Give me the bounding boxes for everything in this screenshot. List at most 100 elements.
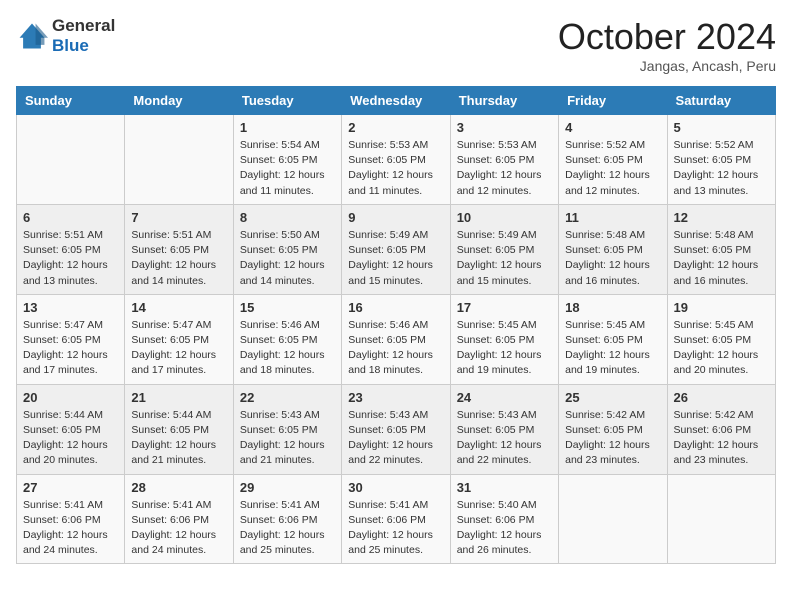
calendar-cell: 31 Sunrise: 5:40 AM Sunset: 6:06 PM Dayli…	[450, 474, 558, 564]
day-number: 2	[348, 120, 443, 135]
day-detail: Sunrise: 5:53 AM Sunset: 6:05 PM Dayligh…	[348, 138, 443, 199]
day-number: 17	[457, 300, 552, 315]
day-detail: Sunrise: 5:49 AM Sunset: 6:05 PM Dayligh…	[348, 228, 443, 289]
calendar-cell: 26 Sunrise: 5:42 AM Sunset: 6:06 PM Dayli…	[667, 384, 775, 474]
page-header: General Blue October 2024 Jangas, Ancash…	[16, 16, 776, 74]
day-detail: Sunrise: 5:43 AM Sunset: 6:05 PM Dayligh…	[240, 408, 335, 469]
day-detail: Sunrise: 5:45 AM Sunset: 6:05 PM Dayligh…	[674, 318, 769, 379]
calendar-table: SundayMondayTuesdayWednesdayThursdayFrid…	[16, 86, 776, 564]
calendar-cell	[125, 115, 233, 205]
calendar-cell: 29 Sunrise: 5:41 AM Sunset: 6:06 PM Dayli…	[233, 474, 341, 564]
day-number: 8	[240, 210, 335, 225]
weekday-header-friday: Friday	[559, 87, 667, 115]
logo: General Blue	[16, 16, 115, 55]
calendar-cell: 4Sunrise: 5:52 AM Sunset: 6:05 PM Daylig…	[559, 115, 667, 205]
day-number: 29	[240, 480, 335, 495]
day-detail: Sunrise: 5:41 AM Sunset: 6:06 PM Dayligh…	[131, 498, 226, 559]
week-row-3: 13Sunrise: 5:47 AM Sunset: 6:05 PM Dayli…	[17, 294, 776, 384]
week-row-1: 1 Sunrise: 5:54 AM Sunset: 6:05 PM Daylig…	[17, 115, 776, 205]
day-number: 16	[348, 300, 443, 315]
day-number: 14	[131, 300, 226, 315]
day-detail: Sunrise: 5:51 AM Sunset: 6:05 PM Dayligh…	[23, 228, 118, 289]
calendar-cell: 5Sunrise: 5:52 AM Sunset: 6:05 PM Daylig…	[667, 115, 775, 205]
day-detail: Sunrise: 5:43 AM Sunset: 6:05 PM Dayligh…	[348, 408, 443, 469]
weekday-header-tuesday: Tuesday	[233, 87, 341, 115]
location: Jangas, Ancash, Peru	[558, 58, 776, 74]
day-detail: Sunrise: 5:45 AM Sunset: 6:05 PM Dayligh…	[565, 318, 660, 379]
day-number: 24	[457, 390, 552, 405]
calendar-cell: 17 Sunrise: 5:45 AM Sunset: 6:05 PM Dayli…	[450, 294, 558, 384]
day-detail: Sunrise: 5:41 AM Sunset: 6:06 PM Dayligh…	[240, 498, 335, 559]
day-number: 6	[23, 210, 118, 225]
day-detail: Sunrise: 5:41 AM Sunset: 6:06 PM Dayligh…	[23, 498, 118, 559]
day-detail: Sunrise: 5:41 AM Sunset: 6:06 PM Dayligh…	[348, 498, 443, 559]
calendar-cell: 27Sunrise: 5:41 AM Sunset: 6:06 PM Dayli…	[17, 474, 125, 564]
day-number: 28	[131, 480, 226, 495]
day-number: 1	[240, 120, 335, 135]
calendar-cell: 10 Sunrise: 5:49 AM Sunset: 6:05 PM Dayli…	[450, 204, 558, 294]
day-number: 18	[565, 300, 660, 315]
calendar-cell	[559, 474, 667, 564]
day-detail: Sunrise: 5:46 AM Sunset: 6:05 PM Dayligh…	[348, 318, 443, 379]
calendar-cell: 28 Sunrise: 5:41 AM Sunset: 6:06 PM Dayli…	[125, 474, 233, 564]
weekday-header-row: SundayMondayTuesdayWednesdayThursdayFrid…	[17, 87, 776, 115]
day-number: 4	[565, 120, 660, 135]
day-number: 19	[674, 300, 769, 315]
day-number: 12	[674, 210, 769, 225]
day-number: 26	[674, 390, 769, 405]
calendar-cell: 12 Sunrise: 5:48 AM Sunset: 6:05 PM Dayli…	[667, 204, 775, 294]
day-detail: Sunrise: 5:48 AM Sunset: 6:05 PM Dayligh…	[674, 228, 769, 289]
title-block: October 2024 Jangas, Ancash, Peru	[558, 16, 776, 74]
day-detail: Sunrise: 5:40 AM Sunset: 6:06 PM Dayligh…	[457, 498, 552, 559]
calendar-cell: 13Sunrise: 5:47 AM Sunset: 6:05 PM Dayli…	[17, 294, 125, 384]
day-detail: Sunrise: 5:43 AM Sunset: 6:05 PM Dayligh…	[457, 408, 552, 469]
day-detail: Sunrise: 5:53 AM Sunset: 6:05 PM Dayligh…	[457, 138, 552, 199]
day-number: 20	[23, 390, 118, 405]
calendar-cell: 20 Sunrise: 5:44 AM Sunset: 6:05 PM Dayli…	[17, 384, 125, 474]
calendar-cell: 18 Sunrise: 5:45 AM Sunset: 6:05 PM Dayli…	[559, 294, 667, 384]
day-number: 3	[457, 120, 552, 135]
day-number: 30	[348, 480, 443, 495]
day-number: 22	[240, 390, 335, 405]
day-detail: Sunrise: 5:51 AM Sunset: 6:05 PM Dayligh…	[131, 228, 226, 289]
day-number: 10	[457, 210, 552, 225]
calendar-cell: 25Sunrise: 5:42 AM Sunset: 6:05 PM Dayli…	[559, 384, 667, 474]
day-number: 5	[674, 120, 769, 135]
week-row-5: 27Sunrise: 5:41 AM Sunset: 6:06 PM Dayli…	[17, 474, 776, 564]
day-detail: Sunrise: 5:44 AM Sunset: 6:05 PM Dayligh…	[23, 408, 118, 469]
logo-icon	[16, 20, 48, 52]
day-number: 11	[565, 210, 660, 225]
weekday-header-thursday: Thursday	[450, 87, 558, 115]
logo-general-text: General	[52, 16, 115, 35]
day-detail: Sunrise: 5:45 AM Sunset: 6:05 PM Dayligh…	[457, 318, 552, 379]
calendar-cell	[667, 474, 775, 564]
day-detail: Sunrise: 5:49 AM Sunset: 6:05 PM Dayligh…	[457, 228, 552, 289]
day-number: 21	[131, 390, 226, 405]
day-detail: Sunrise: 5:48 AM Sunset: 6:05 PM Dayligh…	[565, 228, 660, 289]
day-detail: Sunrise: 5:44 AM Sunset: 6:05 PM Dayligh…	[131, 408, 226, 469]
day-detail: Sunrise: 5:46 AM Sunset: 6:05 PM Dayligh…	[240, 318, 335, 379]
calendar-cell: 16 Sunrise: 5:46 AM Sunset: 6:05 PM Dayli…	[342, 294, 450, 384]
calendar-cell: 9Sunrise: 5:49 AM Sunset: 6:05 PM Daylig…	[342, 204, 450, 294]
calendar-cell: 23Sunrise: 5:43 AM Sunset: 6:05 PM Dayli…	[342, 384, 450, 474]
calendar-cell: 8Sunrise: 5:50 AM Sunset: 6:05 PM Daylig…	[233, 204, 341, 294]
calendar-cell: 30 Sunrise: 5:41 AM Sunset: 6:06 PM Dayli…	[342, 474, 450, 564]
day-number: 15	[240, 300, 335, 315]
calendar-cell: 14 Sunrise: 5:47 AM Sunset: 6:05 PM Dayli…	[125, 294, 233, 384]
logo-text: General Blue	[52, 16, 115, 55]
day-detail: Sunrise: 5:47 AM Sunset: 6:05 PM Dayligh…	[23, 318, 118, 379]
day-number: 31	[457, 480, 552, 495]
calendar-cell: 22 Sunrise: 5:43 AM Sunset: 6:05 PM Dayli…	[233, 384, 341, 474]
calendar-cell	[17, 115, 125, 205]
day-detail: Sunrise: 5:42 AM Sunset: 6:05 PM Dayligh…	[565, 408, 660, 469]
calendar-cell: 21 Sunrise: 5:44 AM Sunset: 6:05 PM Dayli…	[125, 384, 233, 474]
day-detail: Sunrise: 5:42 AM Sunset: 6:06 PM Dayligh…	[674, 408, 769, 469]
weekday-header-monday: Monday	[125, 87, 233, 115]
day-detail: Sunrise: 5:54 AM Sunset: 6:05 PM Dayligh…	[240, 138, 335, 199]
day-detail: Sunrise: 5:47 AM Sunset: 6:05 PM Dayligh…	[131, 318, 226, 379]
weekday-header-saturday: Saturday	[667, 87, 775, 115]
day-number: 7	[131, 210, 226, 225]
calendar-cell: 24 Sunrise: 5:43 AM Sunset: 6:05 PM Dayli…	[450, 384, 558, 474]
logo-blue-text: Blue	[52, 36, 89, 55]
calendar-cell: 2 Sunrise: 5:53 AM Sunset: 6:05 PM Daylig…	[342, 115, 450, 205]
